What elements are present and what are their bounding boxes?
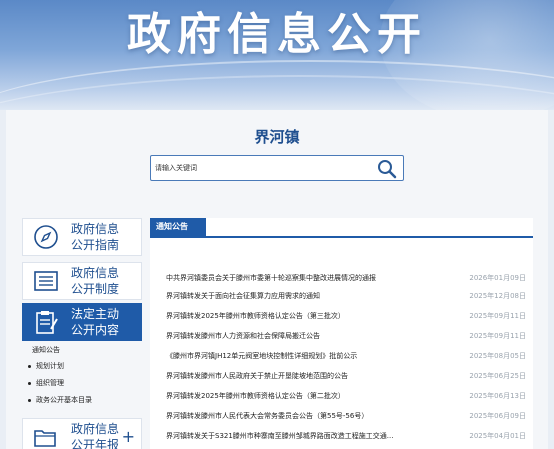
list-item[interactable]: 界河镇转发2025年滕州市教师资格认定公告（第二批次） 2025年06月13日 <box>166 391 526 405</box>
submenu-item-catalog[interactable]: 政务公开基本目录 <box>28 395 92 405</box>
tab-notice[interactable]: 通知公告 <box>150 218 206 236</box>
list-item[interactable]: 中共界河镇委员会关于滕州市委第十轮巡察集中整改进展情况的通报 2026年01月09… <box>166 273 526 287</box>
clipboard-icon <box>36 311 58 334</box>
sidebar-item-statutory[interactable]: 法定主动公开内容 <box>22 303 142 341</box>
sidebar-item-annual-report[interactable]: 政府信息公开年报 + <box>22 418 142 449</box>
town-name: 界河镇 <box>254 128 300 146</box>
compass-icon <box>34 225 58 249</box>
sidebar-item-label: 法定主动公开内容 <box>71 307 120 337</box>
list-doc-icon <box>34 271 58 291</box>
banner-title: 政府信息公开 <box>127 9 427 60</box>
notice-panel: 通知公告 中共界河镇委员会关于滕州市委第十轮巡察集中整改进展情况的通报 2026年… <box>150 218 533 449</box>
sidebar-item-label: 政府信息公开制度 <box>71 266 120 296</box>
search-input[interactable] <box>155 159 365 177</box>
list-item[interactable]: 界河镇转发2025年滕州市教师资格认定公告（第三批次） 2025年09月11日 <box>166 311 526 325</box>
folder-icon <box>34 430 56 447</box>
bullet-icon <box>28 381 31 385</box>
submenu-item-org[interactable]: 组织管理 <box>28 378 64 388</box>
bullet-icon <box>28 398 31 402</box>
search-icon[interactable] <box>377 159 397 179</box>
submenu-item-plan[interactable]: 规划计划 <box>28 361 64 371</box>
list-item[interactable]: 界河镇转发滕州市人民政府关于禁止开垦陡坡地范围的公告 2025年06月25日 <box>166 371 526 385</box>
list-item[interactable]: 《滕州市界河镇JH12单元阀室地块控制性详细规划》批前公示 2025年08月05日 <box>166 351 526 365</box>
list-item[interactable]: 界河镇转发关于S321滕州市种寨南至滕州邹城界路面改造工程施工交通... 2025… <box>166 431 526 445</box>
list-item[interactable]: 界河镇转发滕州市人民代表大会常务委员会公告（第55号-56号） 2025年06月0… <box>166 411 526 425</box>
list-item[interactable]: 界河镇转发关于面向社会征集算力应用需求的通知 2025年12月08日 <box>166 291 526 305</box>
bullet-icon <box>28 364 31 368</box>
content-panel: 界河镇 政府信息公开指南 政府信息公开制度 法定 <box>6 110 548 449</box>
submenu-item-notice[interactable]: 通知公告 <box>32 345 60 355</box>
sidebar-item-label: 政府信息公开年报 <box>71 422 120 449</box>
list-item[interactable]: 界河镇转发滕州市人力资源和社会保障局搬迁公告 2025年09月11日 <box>166 331 526 345</box>
sidebar-item-guide[interactable]: 政府信息公开指南 <box>22 218 142 256</box>
sidebar-item-label: 政府信息公开指南 <box>71 222 120 252</box>
header-banner: 政府信息公开 <box>0 0 554 110</box>
search-box <box>150 155 404 181</box>
notice-header: 通知公告 <box>150 218 533 238</box>
sidebar-item-system[interactable]: 政府信息公开制度 <box>22 262 142 300</box>
expand-plus-icon[interactable]: + <box>122 427 135 446</box>
